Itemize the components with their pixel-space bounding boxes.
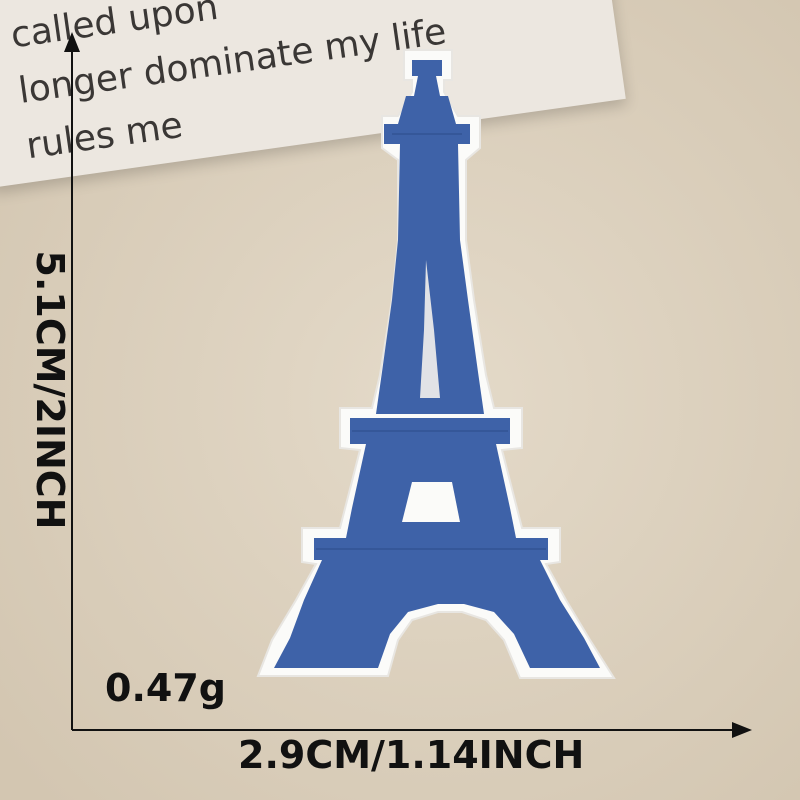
weight-label: 0.47g [105, 666, 226, 710]
product-photo: called upon longer dominate my life rule… [0, 0, 800, 800]
width-label: 2.9CM/1.14INCH [238, 733, 585, 777]
horizontal-arrowhead [732, 722, 752, 738]
height-label: 5.1CM/2INCH [28, 250, 72, 530]
vertical-arrowhead [64, 32, 80, 52]
